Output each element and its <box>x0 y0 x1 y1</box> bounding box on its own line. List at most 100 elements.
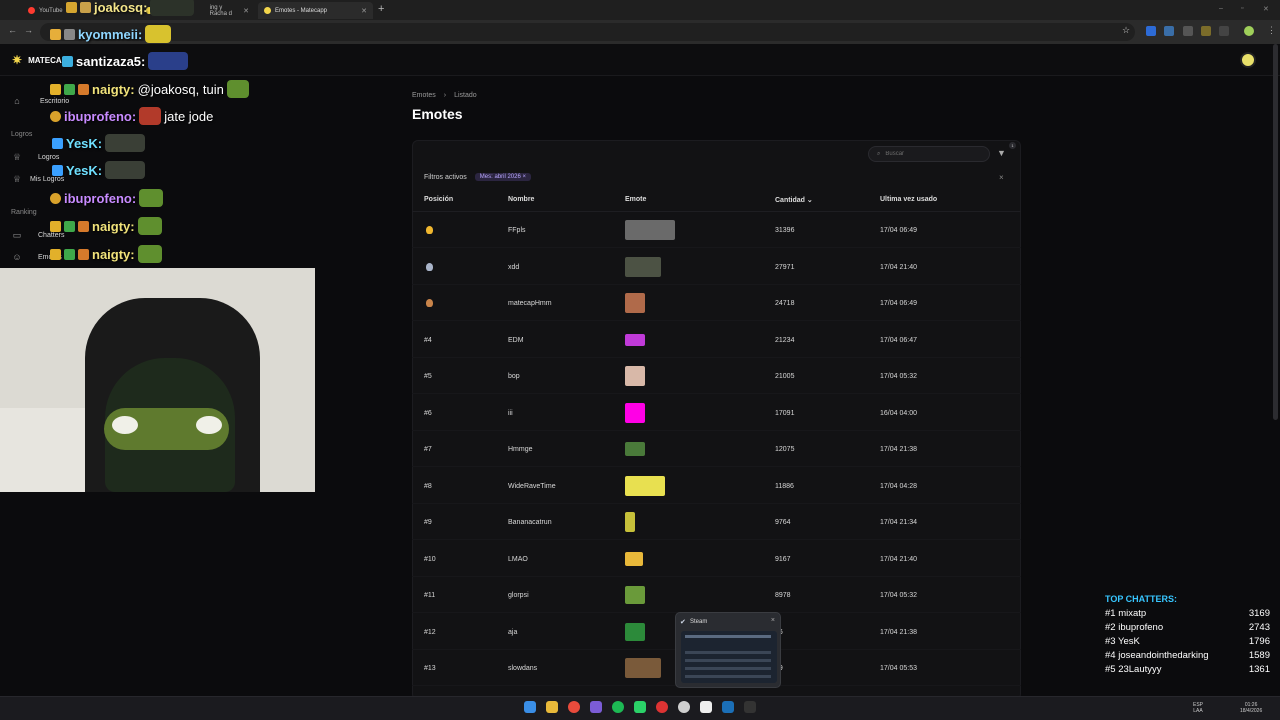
app-icon[interactable] <box>700 701 712 713</box>
close-preview-button[interactable]: × <box>771 617 775 624</box>
table-row[interactable] <box>412 285 1021 321</box>
menu-dots-icon[interactable]: ⋮ <box>1267 25 1276 36</box>
new-tab-button[interactable]: + <box>378 3 384 15</box>
steam-taskbar-icon[interactable] <box>722 701 734 713</box>
table-row[interactable] <box>412 358 1021 394</box>
search-box[interactable]: ⌕ <box>868 146 990 162</box>
breadcrumb-emotes[interactable]: Emotes <box>412 92 436 99</box>
extension-icon[interactable] <box>1164 26 1174 36</box>
app-icon[interactable] <box>744 701 756 713</box>
chat-message: naigty: @joakosq, tuin <box>50 80 249 98</box>
chat-emote <box>145 25 172 43</box>
steam-taskbar-preview[interactable]: ✔ Steam × <box>675 612 781 688</box>
chat-message: kyommeii: <box>50 25 172 43</box>
cell-last-used: 17/04 05:53 <box>880 665 917 672</box>
table-row[interactable] <box>412 504 1021 540</box>
steam-window-thumbnail[interactable] <box>681 631 777 683</box>
bookmark-star-icon[interactable]: ☆ <box>1122 25 1130 36</box>
cell-name: xdd <box>508 264 520 271</box>
extensions-puzzle-icon[interactable] <box>1219 26 1229 36</box>
cell-last-used: 17/04 04:28 <box>880 483 917 490</box>
clock[interactable]: 01:26 18/4/2026 <box>1240 702 1262 714</box>
table-row[interactable] <box>412 249 1021 285</box>
chat-emote <box>150 0 195 16</box>
spotify-icon[interactable] <box>612 701 624 713</box>
forward-icon[interactable]: → <box>24 25 33 35</box>
sword-badge-icon <box>52 137 63 149</box>
app-icon[interactable] <box>634 701 646 713</box>
cell-count: 12075 <box>775 446 795 453</box>
chrome-icon[interactable] <box>568 701 580 713</box>
sword-badge-icon <box>64 220 75 232</box>
address-bar[interactable] <box>40 23 1135 41</box>
chat-emote <box>139 189 164 207</box>
emote-image <box>625 476 665 496</box>
clear-filters-button[interactable]: × <box>999 173 1004 182</box>
column-header-count[interactable]: Cantidad ⌄ <box>775 196 813 204</box>
discord-icon[interactable] <box>590 701 602 713</box>
extension-icon[interactable] <box>1201 26 1211 36</box>
windows-start-icon[interactable] <box>524 701 536 713</box>
tab-emotes[interactable]: Emotes - Matecapp ✕ <box>258 2 373 19</box>
top-chatters-overlay: TOP CHATTERS: #1 mixatp 3169 #2 ibuprofen… <box>1105 594 1270 677</box>
chat-emote <box>105 134 146 152</box>
page-scrollbar[interactable] <box>1273 44 1278 420</box>
app-icon[interactable] <box>656 701 668 713</box>
app-icon[interactable] <box>678 701 690 713</box>
breadcrumb: Emotes › Listado <box>412 92 477 99</box>
minimize-button[interactable]: – <box>1219 5 1223 12</box>
page-title: Emotes <box>412 106 463 122</box>
table-row[interactable] <box>412 322 1021 358</box>
column-header-position[interactable]: Posición <box>424 196 453 203</box>
table-row[interactable] <box>412 431 1021 467</box>
table-row[interactable] <box>412 468 1021 504</box>
chevron-right-icon: › <box>443 92 447 99</box>
cell-count: 9764 <box>775 519 791 526</box>
table-row[interactable] <box>412 577 1021 613</box>
cell-name: FFpls <box>508 227 526 234</box>
table-row[interactable] <box>412 541 1021 577</box>
chat-message: santizaza5: <box>62 52 189 70</box>
cell-last-used: 17/04 06:49 <box>880 300 917 307</box>
extension-icon[interactable] <box>1183 26 1193 36</box>
filter-icon[interactable]: ▼ <box>997 148 1006 158</box>
user-avatar[interactable] <box>1240 52 1256 68</box>
close-window-button[interactable]: ✕ <box>1263 5 1269 13</box>
language-indicator[interactable]: ESP LAA <box>1193 702 1203 714</box>
emote-image <box>625 257 661 277</box>
file-explorer-icon[interactable] <box>546 701 558 713</box>
chat-emote <box>105 161 146 179</box>
search-icon: ⌕ <box>877 150 881 157</box>
cell-name: aja <box>508 629 518 636</box>
back-icon[interactable]: ← <box>8 25 17 35</box>
cell-position: #13 <box>424 665 436 672</box>
cell-count: 17091 <box>775 410 795 417</box>
column-header-emote[interactable]: Emote <box>625 196 646 203</box>
cell-position: #5 <box>424 373 432 380</box>
table-row[interactable] <box>412 395 1021 431</box>
filter-chip-month[interactable]: Mes: abril 2026 × <box>474 173 531 181</box>
profile-icon[interactable] <box>1244 26 1254 36</box>
cell-count: 21005 <box>775 373 795 380</box>
chat-message: joakosq: <box>66 0 195 16</box>
cell-last-used: 17/04 06:47 <box>880 337 917 344</box>
maximize-button[interactable]: ▫ <box>1241 5 1243 12</box>
table-row[interactable] <box>412 212 1021 248</box>
star-logo-icon: ✷ <box>12 53 23 67</box>
emote-image <box>625 366 645 386</box>
column-header-last-used[interactable]: Ultima vez usado <box>880 196 937 203</box>
cell-position: #7 <box>424 446 432 453</box>
chat-emote <box>148 52 189 70</box>
sword-badge-icon <box>52 164 63 176</box>
extension-icon[interactable] <box>1146 26 1156 36</box>
close-tab-icon[interactable]: ✕ <box>243 7 249 15</box>
cell-count: 11886 <box>775 483 794 490</box>
column-header-name[interactable]: Nombre <box>508 196 534 203</box>
frog-eye <box>112 416 138 434</box>
close-tab-icon[interactable]: ✕ <box>361 7 367 15</box>
search-input[interactable] <box>885 151 976 157</box>
cell-position: #10 <box>424 556 436 563</box>
medal-icon <box>426 263 433 271</box>
webcam-feed <box>0 268 315 492</box>
emote-image <box>625 442 645 456</box>
